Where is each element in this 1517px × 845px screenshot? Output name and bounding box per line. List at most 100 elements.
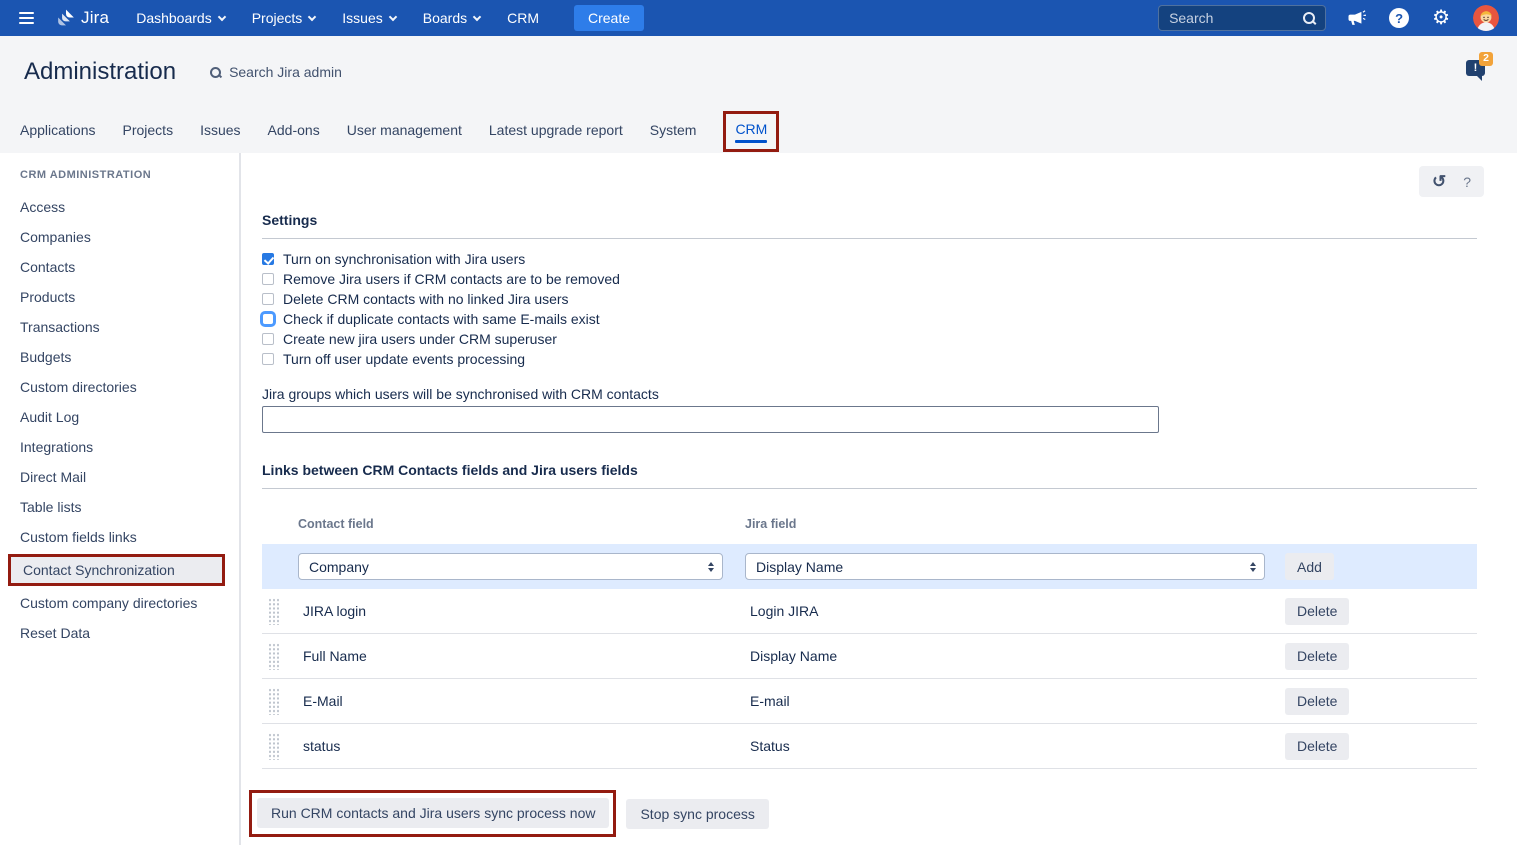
jira-logo-text: Jira: [81, 8, 109, 28]
create-button[interactable]: Create: [574, 5, 644, 31]
tab-applications[interactable]: Applications: [20, 122, 96, 153]
page-body: CRM ADMINISTRATION Access Companies Cont…: [0, 153, 1517, 845]
checkbox-row-create-under-superuser[interactable]: Create new jira users under CRM superuse…: [262, 329, 1477, 349]
table-row: Full Name Display Name Delete: [262, 634, 1477, 679]
sidebar-item-contact-synchronization[interactable]: Contact Synchronization: [11, 557, 222, 583]
tab-issues[interactable]: Issues: [200, 122, 240, 153]
nav-issues[interactable]: Issues: [342, 10, 395, 26]
nav-boards[interactable]: Boards: [423, 10, 480, 26]
sidebar-item-audit-log[interactable]: Audit Log: [0, 402, 239, 432]
drag-handle-icon[interactable]: [268, 643, 279, 670]
links-table-new-row: Company Display Name Add: [262, 544, 1477, 589]
table-row: JIRA login Login JIRA Delete: [262, 589, 1477, 634]
annotation-box-contact-synchronization: Contact Synchronization: [8, 554, 225, 586]
delete-button[interactable]: Delete: [1285, 733, 1349, 760]
sidebar-item-table-lists[interactable]: Table lists: [0, 492, 239, 522]
sidebar-section-title: CRM ADMINISTRATION: [0, 169, 239, 181]
tab-latest-upgrade-report[interactable]: Latest upgrade report: [489, 122, 623, 153]
checkbox-delete-crm-contacts[interactable]: [262, 293, 274, 305]
jira-logo-icon: [55, 8, 76, 28]
table-row: E-Mail E-mail Delete: [262, 679, 1477, 724]
tab-add-ons[interactable]: Add-ons: [268, 122, 320, 153]
select-spinner-icon: [708, 562, 714, 572]
notification-badge: 2: [1479, 52, 1493, 66]
delete-button[interactable]: Delete: [1285, 688, 1349, 715]
nav-dashboards[interactable]: Dashboards: [136, 10, 225, 26]
help-icon[interactable]: ?: [1389, 8, 1409, 28]
checkbox-check-duplicates[interactable]: [262, 313, 274, 325]
checkbox-row-check-duplicates[interactable]: Check if duplicate contacts with same E-…: [262, 309, 1477, 329]
sidebar-item-budgets[interactable]: Budgets: [0, 342, 239, 372]
sidebar-item-companies[interactable]: Companies: [0, 222, 239, 252]
checkbox-remove-jira-users[interactable]: [262, 273, 274, 285]
jira-logo[interactable]: Jira: [55, 8, 109, 28]
checkbox-row-remove-jira-users[interactable]: Remove Jira users if CRM contacts are to…: [262, 269, 1477, 289]
drag-handle-icon[interactable]: [268, 688, 279, 715]
admin-tabs: Applications Projects Issues Add-ons Use…: [0, 108, 1517, 153]
jira-groups-label: Jira groups which users will be synchron…: [262, 386, 1477, 402]
links-heading: Links between CRM Contacts fields and Ji…: [262, 462, 1477, 478]
contact-field-select[interactable]: Company: [298, 553, 723, 580]
page-help-icon[interactable]: ?: [1463, 174, 1471, 190]
jira-field-select[interactable]: Display Name: [745, 553, 1265, 580]
add-button[interactable]: Add: [1285, 553, 1334, 580]
nav-crm[interactable]: CRM: [507, 10, 539, 26]
notifications-button[interactable]: ! 2: [1466, 60, 1485, 76]
sidebar-item-contacts[interactable]: Contacts: [0, 252, 239, 282]
links-table: Contact field Jira field Company Display…: [262, 489, 1477, 769]
tab-projects[interactable]: Projects: [123, 122, 174, 153]
select-spinner-icon: [1250, 562, 1256, 572]
search-icon: [1303, 12, 1316, 25]
search-icon: [210, 67, 221, 78]
links-table-header: Contact field Jira field: [262, 489, 1477, 544]
sidebar-item-access[interactable]: Access: [0, 192, 239, 222]
tab-crm-active[interactable]: CRM: [726, 114, 776, 149]
user-avatar[interactable]: [1473, 5, 1499, 31]
settings-checkbox-list: Turn on synchronisation with Jira users …: [262, 249, 1477, 369]
sidebar-item-integrations[interactable]: Integrations: [0, 432, 239, 462]
menu-icon[interactable]: [19, 12, 34, 24]
run-sync-button[interactable]: Run CRM contacts and Jira users sync pro…: [257, 798, 609, 828]
sidebar-item-direct-mail[interactable]: Direct Mail: [0, 462, 239, 492]
checkbox-row-turn-on-sync[interactable]: Turn on synchronisation with Jira users: [262, 249, 1477, 269]
avatar-image: [1473, 5, 1499, 31]
megaphone-icon: [1346, 9, 1366, 27]
admin-search-placeholder: Search Jira admin: [229, 64, 342, 80]
sidebar-item-custom-company-directories[interactable]: Custom company directories: [0, 588, 239, 618]
checkbox-create-under-superuser[interactable]: [262, 333, 274, 345]
table-row: status Status Delete: [262, 724, 1477, 769]
nav-projects[interactable]: Projects: [252, 10, 316, 26]
top-navbar: Jira Dashboards Projects Issues Boards C…: [0, 0, 1517, 36]
sidebar-item-transactions[interactable]: Transactions: [0, 312, 239, 342]
jira-groups-input[interactable]: [262, 406, 1159, 433]
drag-handle-icon[interactable]: [268, 733, 279, 760]
chevron-down-icon: [389, 12, 397, 20]
column-header-jira-field: Jira field: [745, 517, 796, 531]
admin-header: Administration Search Jira admin ! 2: [0, 36, 1517, 108]
drag-handle-icon[interactable]: [268, 598, 279, 625]
sidebar-item-custom-fields-links[interactable]: Custom fields links: [0, 522, 239, 552]
chevron-down-icon: [217, 12, 225, 20]
tab-user-management[interactable]: User management: [347, 122, 462, 153]
admin-search-input[interactable]: Search Jira admin: [210, 64, 342, 80]
sidebar-item-products[interactable]: Products: [0, 282, 239, 312]
stop-sync-button[interactable]: Stop sync process: [626, 799, 768, 829]
sidebar-item-reset-data[interactable]: Reset Data: [0, 618, 239, 648]
checkbox-row-turn-off-update-events[interactable]: Turn off user update events processing: [262, 349, 1477, 369]
announcements-icon[interactable]: [1346, 9, 1366, 27]
navbar-search-input[interactable]: Search: [1158, 5, 1326, 31]
delete-button[interactable]: Delete: [1285, 598, 1349, 625]
sidebar-item-custom-directories[interactable]: Custom directories: [0, 372, 239, 402]
annotation-box-run-button: Run CRM contacts and Jira users sync pro…: [249, 790, 616, 837]
chevron-down-icon: [473, 12, 481, 20]
delete-button[interactable]: Delete: [1285, 643, 1349, 670]
checkbox-row-delete-crm-contacts[interactable]: Delete CRM contacts with no linked Jira …: [262, 289, 1477, 309]
main-content: ↺ ? Settings Turn on synchronisation wit…: [241, 153, 1517, 845]
refresh-icon[interactable]: ↺: [1432, 173, 1446, 190]
checkbox-turn-on-sync[interactable]: [262, 253, 274, 265]
settings-heading: Settings: [262, 153, 1477, 228]
checkbox-turn-off-update-events[interactable]: [262, 353, 274, 365]
gear-icon[interactable]: ⚙: [1432, 8, 1450, 28]
settings-divider: [262, 238, 1477, 239]
tab-system[interactable]: System: [650, 122, 697, 153]
